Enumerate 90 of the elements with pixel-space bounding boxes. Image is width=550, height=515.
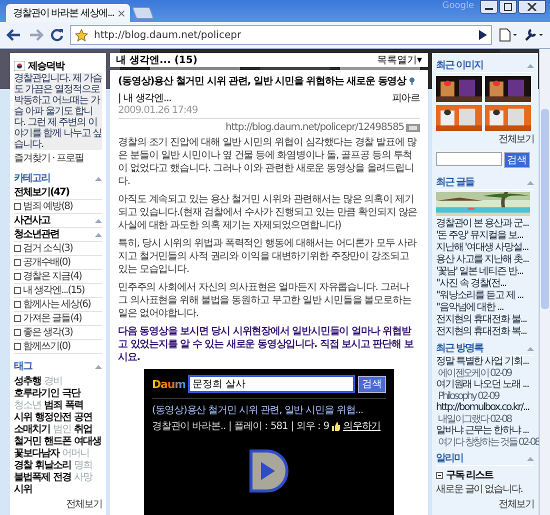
tag-link[interactable]: 철거민	[14, 436, 41, 448]
search-button[interactable]: 검색	[358, 376, 386, 392]
recommend-link[interactable]: 의우하기	[343, 419, 381, 433]
view-all-link[interactable]: 전체보기	[498, 497, 534, 511]
post-category[interactable]: | 내 생각엔...	[118, 91, 172, 105]
post-title: (동영상)용산 철거민 시위 관련, 일반 시민을 위협하는 새로운 동영상	[118, 75, 406, 88]
tag-link[interactable]: 불법폭제	[14, 472, 50, 484]
browser-brand: Google	[442, 1, 474, 11]
video-meta: 9	[323, 420, 330, 432]
post-url[interactable]: http://blog.daum.net/policepr/12498585	[225, 122, 404, 133]
tag-link[interactable]: 시위	[14, 484, 32, 496]
paragraph: 특히, 당시 시위의 위법과 폭력적인 행동에 대해서는 어디론가 모두 사라지고 철거민들의 사적 권리와 이익을 대변하기위한 주장만이 강조되고 있는 모습입니다.	[118, 237, 418, 276]
post-date: 2009.01.26 17:49	[118, 105, 420, 119]
tag-link[interactable]: 여대생	[74, 436, 101, 448]
category-title: 내 생각엔... (15)	[116, 54, 198, 67]
tag-link[interactable]: 극단	[62, 388, 80, 400]
section-title: 최근 글들	[436, 176, 474, 189]
tag-link[interactable]: 휘날소리	[35, 460, 71, 472]
guestbook-link[interactable]: http://bomulbox.co.kr/...	[436, 402, 530, 414]
tag-link[interactable]: 성추행	[14, 376, 41, 388]
recent-post-link[interactable]: "사진 속 경찰(전...	[436, 278, 506, 290]
profile-links[interactable]: 즐겨찾기 · 프로필	[14, 151, 84, 165]
category-link[interactable]: 경찰은 지금(4)	[23, 270, 82, 283]
guestbook-link[interactable]: 여기원래 나오던 노래 ...	[436, 379, 529, 391]
category-link[interactable]: 함께쓰기(0)	[23, 340, 70, 353]
recent-post-link[interactable]: 용산 사고를 지난해 촛...	[436, 254, 529, 266]
post-author[interactable]: 피아르	[392, 91, 420, 105]
recent-post-link[interactable]: 전지현의 휴대전화 불...	[436, 314, 526, 326]
tag-link[interactable]: 취업	[74, 424, 92, 436]
tag-link[interactable]: 호루라기인	[14, 388, 59, 400]
video-title[interactable]: (동영상)용산 철거민 시위 관련, 일반 시민을 위협...	[152, 403, 386, 417]
search-button[interactable]: 검색	[504, 152, 530, 168]
paragraph: 경찰의 조기 진압에 대해 일반 시민의 위협이 심각했다는 경찰 발표에 많은 분들이 일반 시민이나 옆 건물 등에 화염병이나 돌, 골프공 등의 투척이 없었다고 했습니다. 그러나 이와 관련한 새로운 동영상을 올려드립니다.	[118, 136, 418, 188]
tag-link[interactable]: 폭력	[65, 400, 83, 412]
category-link[interactable]: 청소년관련	[14, 228, 59, 241]
paragraph: 아직도 계속되고 있는 용산 철거민 시위와 관련해서는 많은 의혹이 제기되고 있습니다.(현재 검찰에서 수사가 진행되고 있는 만큼 확인되지 않은 사실에 대한 과도한 의혹 제기는 자제되었으면합니다)	[118, 193, 418, 232]
tag-link[interactable]: 범죄	[44, 400, 62, 412]
recent-post-link[interactable]: 전지현의 휴대전화 복...	[436, 326, 526, 338]
recent-post-link[interactable]: '돈 주앙' 뮤지컬을 보...	[436, 230, 523, 242]
list-toggle[interactable]: 목록열기▾	[376, 53, 422, 67]
browser-tab[interactable]: 경찰관이 바라본 세상에... ×	[6, 4, 130, 22]
tab-close-button[interactable]: ×	[116, 6, 126, 20]
empty-message: 새로운 글이 없습니다.	[436, 483, 522, 496]
category-link[interactable]: 내 생각엔...(15)	[23, 284, 84, 297]
video-meta: | 외우 :	[290, 420, 320, 433]
video-logo: Daum	[152, 378, 186, 390]
tag-link[interactable]: 시위	[14, 412, 32, 424]
recent-post-link[interactable]: '꽃남' 일본 네티즌 반...	[436, 266, 523, 278]
section-title: 최근 이미지	[436, 59, 483, 72]
video-meta: | 플레이 :	[228, 420, 268, 433]
section-title: 최근 방명록	[436, 342, 483, 355]
profile-bio: 경찰관입니다. 제 가슴도 가끔은 열정적으로 박동하고 어느때는 가슴 아파 울기도 합니다. 그런 제 주변의 이야기를 함께 나누고 싶습니다.	[14, 73, 102, 150]
guestbook-meta: 에이젠오케이 02-09	[437, 368, 512, 379]
subscription-title: 구독 리스트	[446, 469, 493, 482]
search-field[interactable]: 문정희 살사	[188, 375, 355, 393]
category-link[interactable]: 좋은 생각(3)	[23, 326, 72, 339]
tag-link[interactable]: 소매치기	[14, 424, 50, 436]
category-link[interactable]: 함께사는 세상(6)	[23, 298, 90, 311]
category-link[interactable]: 공개수배(0)	[23, 256, 70, 269]
recent-post-link[interactable]: 지난해 '여대생 사망설...	[436, 242, 528, 254]
section-title: 카테고리	[14, 172, 50, 185]
view-all-link[interactable]: 전체보기	[66, 497, 102, 511]
video-meta: 581	[270, 420, 288, 432]
tag-link[interactable]: 행정안전	[35, 412, 71, 424]
recent-post-link[interactable]: "워낭소리를 듣고 제 ...	[436, 290, 524, 302]
paragraph: 다음 동영상을 보시면 당시 시위현장에서 일반시민들이 얼마나 위협받고 있었는지를 알 수 있는 새로운 동영상입니다. 직접 보시고 판단해 보시요.	[118, 325, 414, 364]
category-link[interactable]: 사건사고	[14, 214, 50, 227]
recent-post-link[interactable]: 경찰관이 본 용산과 군...	[436, 218, 529, 230]
tag-link[interactable]: 핸드폰	[44, 436, 71, 448]
video-player[interactable]: Daum 문정희 살사 검색 (동영상)용산 철거민 시위 관련, 일반 시민을 위협... 경찰관이 바라본.. | 플레이 : 581 | 외우 : 9 의우하기	[144, 369, 394, 515]
guestbook-link[interactable]: 정말 특별한 사업 기회...	[436, 356, 529, 368]
category-link[interactable]: 가져온 글들(4)	[23, 312, 82, 325]
tag-link[interactable]: 경찰	[14, 460, 32, 472]
recent-post-link[interactable]: "음악넘에 대한 ...	[436, 302, 504, 314]
profile-name: 제승덕박	[28, 60, 64, 73]
guestbook-meta: 내일이그랬다 02-08	[437, 414, 512, 425]
tag-link[interactable]: 전경	[53, 472, 71, 484]
guestbook-meta: Philosophy 02-09	[438, 391, 499, 402]
video-meta: 경찰관이 바라본..	[152, 420, 226, 433]
tag-link[interactable]: 꽃보다남자	[14, 448, 59, 460]
guestbook-link[interactable]: 알바냐 근무는 한하냐 ...	[436, 425, 529, 437]
section-title: 알리미	[436, 452, 463, 465]
address-field[interactable]: http://blog.daum.net/policepr	[70, 25, 492, 45]
paragraph: 민주주의 사회에서 자신의 의사표현은 얼마든지 자유롭습니다. 그러나 그 의사표현을 위해 불법을 동원하고 무고한 일반 시민들을 볼모로하는 일은 없어야합니다.	[118, 281, 412, 320]
category-link[interactable]: 검거 소식(3)	[23, 242, 72, 255]
category-link[interactable]: 전체보기(47)	[14, 186, 70, 199]
section-title: 태그	[14, 360, 32, 373]
view-all-link[interactable]: 전체보기	[498, 132, 534, 146]
tag-link[interactable]: 공연	[74, 412, 92, 424]
category-link[interactable]: 범죄 예방(8)	[23, 200, 72, 213]
